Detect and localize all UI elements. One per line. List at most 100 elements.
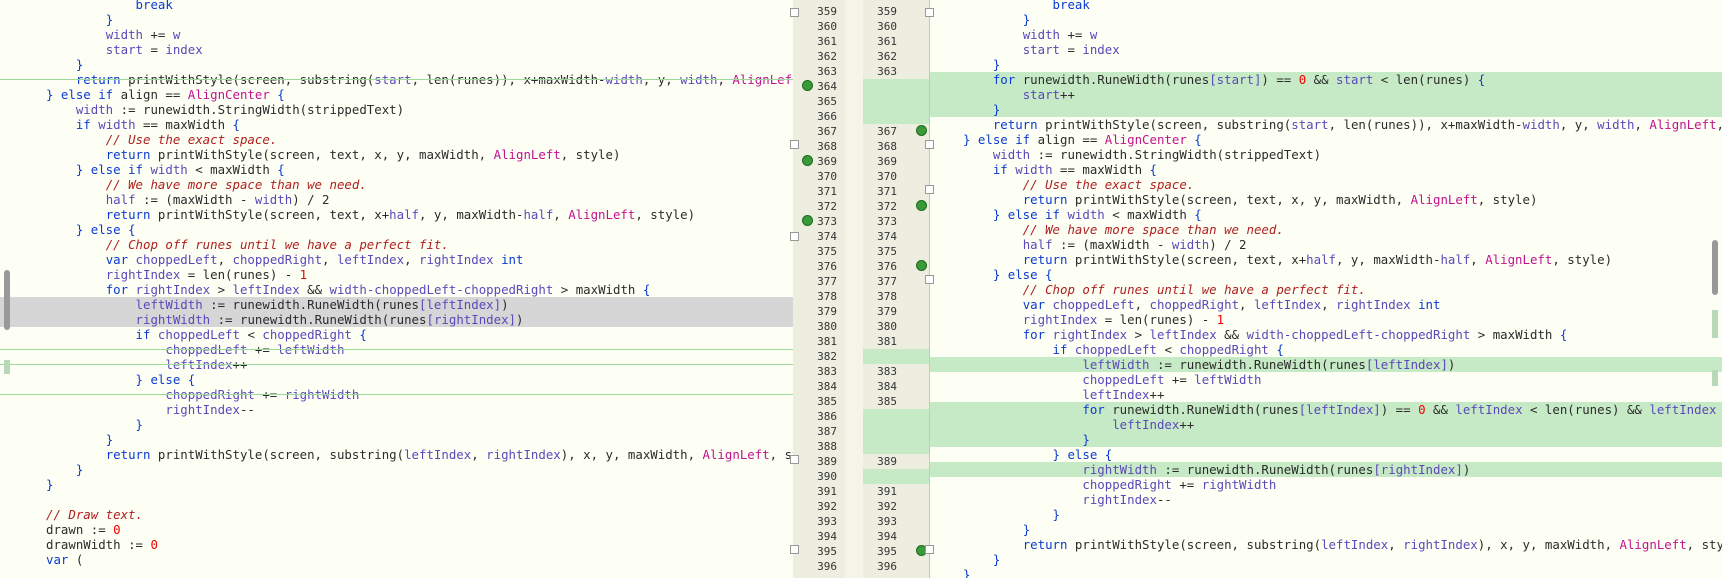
- code-line[interactable]: }: [930, 567, 1722, 578]
- code-line[interactable]: return printWithStyle(screen, text, x+ha…: [0, 207, 793, 222]
- code-line[interactable]: drawn := 0: [0, 522, 793, 537]
- code-line[interactable]: leftIndex++: [930, 417, 1722, 432]
- code-line[interactable]: start = index: [0, 42, 793, 57]
- fold-marker-icon[interactable]: [925, 275, 934, 284]
- code-line[interactable]: leftWidth := runewidth.RuneWidth(runes[l…: [930, 357, 1722, 372]
- code-line[interactable]: rightWidth := runewidth.RuneWidth(runes[…: [930, 462, 1722, 477]
- code-line[interactable]: rightIndex = len(runes) - 1: [0, 267, 793, 282]
- code-line[interactable]: var choppedLeft, choppedRight, leftIndex…: [0, 252, 793, 267]
- left-code-pane[interactable]: break } width += w start = index } retur…: [0, 0, 793, 578]
- fold-marker-icon[interactable]: [790, 545, 799, 554]
- code-line[interactable]: rightWidth := runewidth.RuneWidth(runes[…: [0, 312, 793, 327]
- code-line[interactable]: // Chop off runes until we have a perfec…: [0, 237, 793, 252]
- code-line[interactable]: break: [930, 0, 1722, 12]
- fold-marker-icon[interactable]: [790, 140, 799, 149]
- apply-change-icon[interactable]: [802, 80, 813, 91]
- code-line[interactable]: choppedRight += rightWidth: [930, 477, 1722, 492]
- right-change-marker-2[interactable]: [1712, 370, 1718, 386]
- code-line[interactable]: }: [930, 552, 1722, 567]
- code-line[interactable]: } else {: [930, 447, 1722, 462]
- code-line[interactable]: break: [0, 0, 793, 12]
- code-line[interactable]: if width == maxWidth {: [0, 117, 793, 132]
- code-line[interactable]: for runewidth.RuneWidth(runes[leftIndex]…: [930, 402, 1722, 417]
- code-line[interactable]: return printWithStyle(screen, substring(…: [0, 447, 793, 462]
- code-line[interactable]: if choppedLeft < choppedRight {: [930, 342, 1722, 357]
- code-line[interactable]: } else if align == AlignCenter {: [930, 132, 1722, 147]
- code-line[interactable]: drawnWidth := 0: [0, 537, 793, 552]
- code-line[interactable]: }: [930, 57, 1722, 72]
- fold-marker-icon[interactable]: [790, 8, 799, 17]
- code-line[interactable]: } else if align == AlignCenter {: [0, 87, 793, 102]
- code-token: ): [1447, 357, 1456, 372]
- code-line[interactable]: return printWithStyle(screen, substring(…: [930, 537, 1722, 552]
- code-line[interactable]: // Draw text.: [0, 507, 793, 522]
- code-line[interactable]: var (: [0, 552, 793, 567]
- fold-marker-icon[interactable]: [925, 545, 934, 554]
- code-line[interactable]: for rightIndex > leftIndex && width-chop…: [0, 282, 793, 297]
- code-line[interactable]: width := runewidth.StringWidth(strippedT…: [0, 102, 793, 117]
- code-line[interactable]: return printWithStyle(screen, text, x, y…: [0, 147, 793, 162]
- code-line[interactable]: // We have more space than we need.: [0, 177, 793, 192]
- apply-change-icon[interactable]: [916, 260, 927, 271]
- fold-marker-icon[interactable]: [925, 8, 934, 17]
- right-change-marker[interactable]: [1712, 310, 1718, 338]
- code-line[interactable]: rightIndex--: [930, 492, 1722, 507]
- fold-marker-icon[interactable]: [790, 232, 799, 241]
- code-line[interactable]: width += w: [930, 27, 1722, 42]
- code-line[interactable]: return printWithStyle(screen, text, x, y…: [930, 192, 1722, 207]
- code-line[interactable]: [0, 492, 793, 507]
- code-line[interactable]: }: [930, 522, 1722, 537]
- code-line[interactable]: }: [0, 462, 793, 477]
- code-line[interactable]: width := runewidth.StringWidth(strippedT…: [930, 147, 1722, 162]
- code-line[interactable]: for runewidth.RuneWidth(runes[start]) ==…: [930, 72, 1722, 87]
- code-line[interactable]: } else if width < maxWidth {: [930, 207, 1722, 222]
- code-line[interactable]: }: [930, 102, 1722, 117]
- code-line[interactable]: }: [0, 432, 793, 447]
- code-line[interactable]: leftIndex++: [930, 387, 1722, 402]
- code-line[interactable]: // Chop off runes until we have a perfec…: [930, 282, 1722, 297]
- code-line[interactable]: leftWidth := runewidth.RuneWidth(runes[l…: [0, 297, 793, 312]
- code-line[interactable]: // We have more space than we need.: [930, 222, 1722, 237]
- apply-change-icon[interactable]: [802, 155, 813, 166]
- fold-marker-icon[interactable]: [790, 455, 799, 464]
- code-line[interactable]: rightIndex--: [0, 402, 793, 417]
- code-line[interactable]: if width == maxWidth {: [930, 162, 1722, 177]
- code-line[interactable]: } else {: [0, 222, 793, 237]
- code-line[interactable]: // Use the exact space.: [930, 177, 1722, 192]
- code-line[interactable]: start++: [930, 87, 1722, 102]
- code-line[interactable]: width += w: [0, 27, 793, 42]
- code-line[interactable]: } else if width < maxWidth {: [0, 162, 793, 177]
- apply-change-icon[interactable]: [916, 125, 927, 136]
- code-line[interactable]: }: [930, 432, 1722, 447]
- fold-marker-icon[interactable]: [925, 140, 934, 149]
- right-scrollbar-thumb[interactable]: [1712, 240, 1718, 295]
- code-line[interactable]: for rightIndex > leftIndex && width-chop…: [930, 327, 1722, 342]
- code-line[interactable]: half := (maxWidth - width) / 2: [930, 237, 1722, 252]
- code-token: ), x, y, maxWidth,: [560, 447, 703, 462]
- code-line[interactable]: half := (maxWidth - width) / 2: [0, 192, 793, 207]
- code-line[interactable]: choppedLeft += leftWidth: [930, 372, 1722, 387]
- fold-marker-icon[interactable]: [925, 185, 934, 194]
- code-line[interactable]: if choppedLeft < choppedRight {: [0, 327, 793, 342]
- code-line[interactable]: rightIndex = len(runes) - 1: [930, 312, 1722, 327]
- code-line[interactable]: start = index: [930, 42, 1722, 57]
- left-change-marker[interactable]: [4, 360, 10, 374]
- code-line[interactable]: }: [0, 12, 793, 27]
- code-line[interactable]: }: [930, 507, 1722, 522]
- code-line[interactable]: return printWithStyle(screen, text, x+ha…: [930, 252, 1722, 267]
- code-line[interactable]: }: [0, 477, 793, 492]
- code-line[interactable]: } else {: [0, 372, 793, 387]
- apply-change-icon[interactable]: [802, 215, 813, 226]
- code-line[interactable]: }: [930, 12, 1722, 27]
- code-token: +=: [1171, 477, 1202, 492]
- code-line[interactable]: }: [0, 417, 793, 432]
- code-line[interactable]: } else {: [930, 267, 1722, 282]
- code-line[interactable]: var choppedLeft, choppedRight, leftIndex…: [930, 297, 1722, 312]
- code-line[interactable]: // Use the exact space.: [0, 132, 793, 147]
- apply-change-icon[interactable]: [916, 200, 927, 211]
- left-scrollbar-thumb[interactable]: [4, 270, 10, 330]
- code-line[interactable]: }: [0, 57, 793, 72]
- right-code-pane[interactable]: break } width += w start = index } for r…: [930, 0, 1722, 578]
- code-line[interactable]: return printWithStyle(screen, substring(…: [930, 117, 1722, 132]
